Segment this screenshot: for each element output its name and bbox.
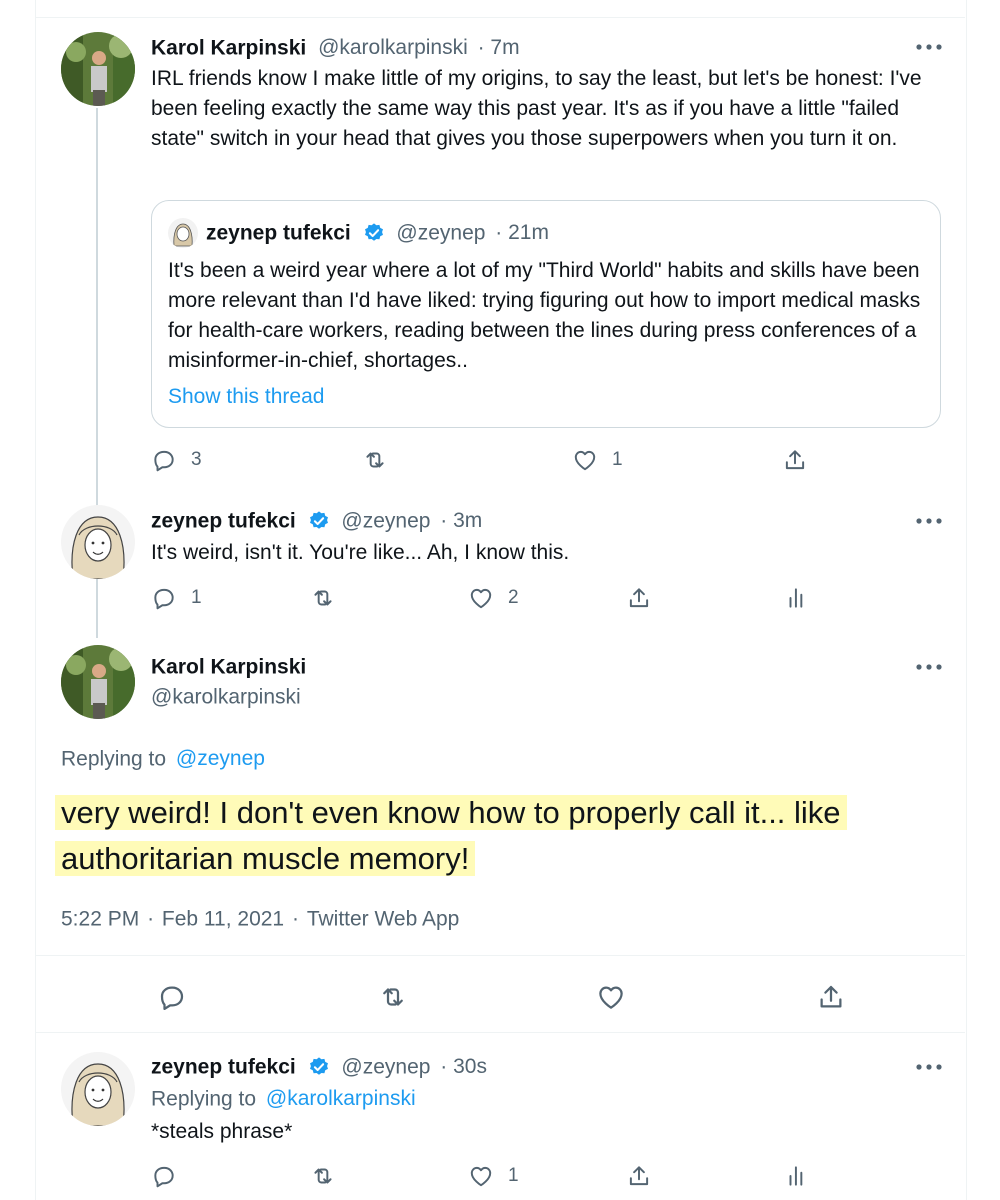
quote-author-name[interactable]: zeynep tufekci	[206, 221, 351, 244]
author-name[interactable]: Karol Karpinski	[151, 655, 306, 678]
share-icon	[629, 588, 649, 608]
verified-badge-icon	[364, 223, 383, 242]
like-button[interactable]: 1	[468, 1161, 519, 1191]
retweet-icon	[314, 590, 332, 606]
analytics-icon	[789, 1166, 803, 1186]
more-icon[interactable]	[914, 660, 944, 674]
retweet-button[interactable]	[310, 583, 336, 613]
like-count: 1	[612, 449, 623, 470]
like-button[interactable]: 2	[468, 583, 519, 613]
author-name[interactable]: Karol Karpinski	[151, 36, 306, 59]
like-button[interactable]: 1	[572, 445, 623, 475]
separator-dot: ·	[147, 907, 155, 931]
replying-to-link[interactable]: @zeynep	[176, 747, 265, 770]
reply-icon	[160, 986, 184, 1010]
analytics-icon	[789, 588, 803, 608]
reply-icon	[154, 1166, 174, 1188]
tweet-source[interactable]: Twitter Web App	[307, 907, 460, 930]
reply-count: 1	[191, 587, 202, 608]
heart-icon	[574, 450, 596, 471]
retweet-button[interactable]	[310, 1161, 336, 1191]
share-button[interactable]	[782, 445, 808, 475]
replying-to-label: Replying to	[151, 1087, 257, 1111]
like-count: 1	[508, 1165, 519, 1186]
retweet-icon	[366, 452, 384, 468]
heart-icon	[470, 588, 492, 609]
avatar-zeynep[interactable]	[61, 1052, 135, 1126]
timestamp[interactable]: · 7m	[478, 36, 520, 59]
heart-icon	[599, 986, 623, 1009]
tweet-text: *steals phrase*	[151, 1120, 293, 1143]
like-button[interactable]	[596, 982, 626, 1012]
share-icon	[629, 1166, 649, 1186]
reply-button[interactable]: 1	[151, 583, 202, 613]
author-handle[interactable]: @karolkarpinski	[318, 36, 468, 59]
analytics-button[interactable]	[784, 1161, 810, 1191]
timestamp[interactable]: · 3m	[440, 509, 482, 532]
more-icon[interactable]	[914, 514, 944, 528]
author-name[interactable]: zeynep tufekci	[151, 509, 296, 532]
tweet-time[interactable]: 5:22 PM	[61, 907, 139, 930]
tweet-text: IRL friends know I make little of my ori…	[151, 67, 922, 150]
author-name[interactable]: zeynep tufekci	[151, 1055, 296, 1078]
focus-tweet-text: very weird! I don't even know how to pro…	[55, 795, 847, 876]
share-icon	[820, 985, 842, 1008]
heart-icon	[470, 1166, 492, 1187]
like-count: 2	[508, 587, 519, 608]
more-icon[interactable]	[914, 1060, 944, 1074]
replying-to-link[interactable]: @karolkarpinski	[266, 1087, 416, 1110]
reply-count: 3	[191, 449, 202, 470]
replying-to-label: Replying to	[61, 747, 167, 771]
verified-badge-icon	[309, 511, 328, 530]
verified-badge-icon	[309, 1057, 328, 1076]
avatar-zeynep[interactable]	[61, 505, 135, 579]
avatar-karol[interactable]	[61, 32, 135, 106]
avatar-karol[interactable]	[61, 645, 135, 719]
more-icon[interactable]	[914, 40, 944, 54]
author-handle[interactable]: @zeynep	[341, 509, 430, 532]
reply-button[interactable]	[151, 1161, 177, 1191]
reply-icon	[154, 588, 174, 610]
reply-button[interactable]: 3	[151, 445, 202, 475]
avatar-zeynep-small	[168, 218, 198, 248]
reply-button[interactable]	[157, 982, 187, 1012]
share-button[interactable]	[626, 1161, 652, 1191]
retweet-button[interactable]	[362, 445, 388, 475]
show-thread-link[interactable]: Show this thread	[168, 382, 324, 412]
quote-timestamp[interactable]: · 21m	[495, 221, 549, 244]
share-button[interactable]	[626, 583, 652, 613]
quote-author-handle[interactable]: @zeynep	[396, 221, 485, 244]
tweet-date[interactable]: Feb 11, 2021	[162, 907, 284, 930]
share-icon	[785, 450, 805, 470]
top-divider	[35, 17, 965, 18]
analytics-button[interactable]	[784, 583, 810, 613]
retweet-button[interactable]	[378, 982, 408, 1012]
share-button[interactable]	[816, 982, 846, 1012]
retweet-icon	[383, 988, 403, 1006]
divider	[35, 1032, 965, 1033]
author-handle[interactable]: @karolkarpinski	[151, 685, 301, 708]
tweet-text: It's weird, isn't it. You're like... Ah,…	[151, 541, 570, 564]
separator-dot: ·	[291, 907, 299, 931]
retweet-icon	[314, 1168, 332, 1184]
reply-icon	[154, 450, 174, 472]
timestamp[interactable]: · 30s	[440, 1055, 487, 1078]
divider	[35, 955, 965, 956]
author-handle[interactable]: @zeynep	[341, 1055, 430, 1078]
quote-text: It's been a weird year where a lot of my…	[168, 259, 921, 372]
